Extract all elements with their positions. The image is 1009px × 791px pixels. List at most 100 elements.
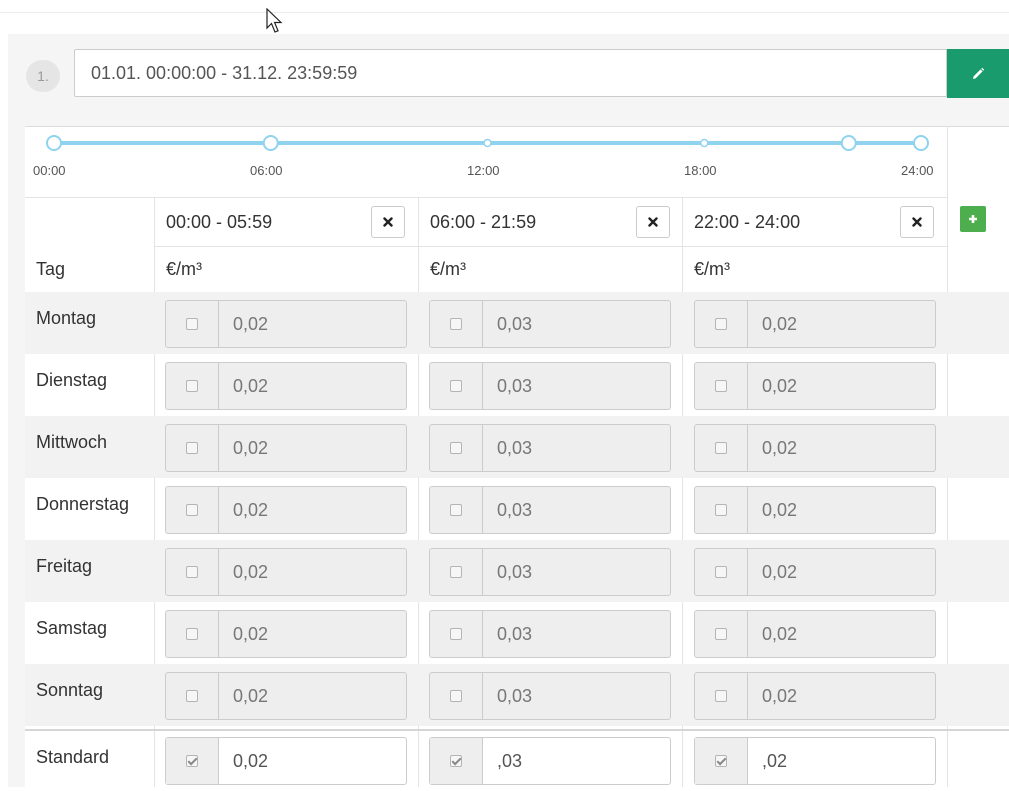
tick-label-00: 00:00 — [33, 163, 66, 178]
timeline-point — [700, 138, 709, 148]
top-divider — [0, 12, 1009, 13]
override-checkbox[interactable] — [715, 318, 727, 330]
price-input: 0,03 — [497, 624, 533, 644]
override-checkbox[interactable] — [715, 628, 727, 640]
price-field: 0,02 — [165, 300, 407, 348]
delete-column-2-button[interactable] — [636, 206, 670, 238]
price-input[interactable]: ,02 — [748, 738, 935, 784]
period-range-field[interactable]: 01.01. 00:00:00 - 31.12. 23:59:59 — [74, 49, 947, 97]
override-checkbox[interactable] — [450, 690, 462, 702]
delete-column-3-button[interactable] — [900, 206, 934, 238]
override-checkbox[interactable] — [186, 504, 198, 516]
override-checkbox[interactable] — [450, 566, 462, 578]
column-unit-2: €/m³ — [430, 259, 466, 279]
override-checkbox[interactable] — [186, 690, 198, 702]
price-field: 0,02 — [165, 610, 407, 658]
header-mid-rule — [155, 246, 947, 247]
checkbox-addon — [695, 549, 748, 595]
override-checkbox[interactable] — [715, 690, 727, 702]
override-checkbox[interactable] — [186, 755, 198, 767]
override-checkbox[interactable] — [186, 566, 198, 578]
price-input[interactable]: ,03 — [483, 738, 670, 784]
price-input: 0,02 — [233, 500, 269, 520]
checkbox-addon — [166, 611, 219, 657]
checkbox-addon — [695, 487, 748, 533]
close-icon — [383, 217, 393, 227]
override-checkbox[interactable] — [450, 504, 462, 516]
price-field: 0,03 — [429, 610, 671, 658]
close-icon — [912, 217, 922, 227]
tick-label-24: 24:00 — [901, 163, 934, 178]
price-field: 0,03 — [429, 300, 671, 348]
timeline-handle[interactable] — [840, 135, 857, 151]
price-input: 0,02 — [233, 686, 269, 706]
tick-label-18: 18:00 — [684, 163, 717, 178]
checkbox-addon — [430, 425, 483, 471]
price-input: 0,03 — [497, 376, 533, 396]
day-label: Freitag — [36, 556, 93, 576]
price-input: 0,02 — [762, 376, 798, 396]
price-input: 0,02 — [233, 438, 269, 458]
checkbox-addon — [166, 487, 219, 533]
checkbox-addon — [430, 738, 483, 784]
timeline-handle[interactable] — [46, 135, 62, 151]
timeline-handle[interactable] — [913, 135, 929, 151]
price-field: 0,03 — [429, 672, 671, 720]
price-field: 0,02 — [694, 610, 936, 658]
price-field: 0,02 — [165, 548, 407, 596]
price-field: ,02 — [694, 737, 936, 785]
day-row: Freitag 0,02 0,03 0,02 — [25, 540, 1009, 602]
price-field: 0,03 — [429, 548, 671, 596]
column-unit-1: €/m³ — [166, 259, 202, 279]
price-input: 0,02 — [233, 624, 269, 644]
price-input: 0,03 — [497, 314, 533, 334]
checkbox-addon — [430, 673, 483, 719]
override-checkbox[interactable] — [186, 442, 198, 454]
price-input: 0,02 — [762, 500, 798, 520]
day-column-header: Tag — [36, 259, 66, 279]
price-input: 0,02 — [762, 686, 798, 706]
price-field: 0,02 — [165, 424, 407, 472]
price-input[interactable]: 0,02 — [219, 738, 406, 784]
price-field: 0,03 — [429, 362, 671, 410]
override-checkbox[interactable] — [450, 628, 462, 640]
override-checkbox[interactable] — [186, 628, 198, 640]
override-checkbox[interactable] — [186, 380, 198, 392]
price-input: 0,02 — [762, 624, 798, 644]
day-label: Sonntag — [36, 680, 104, 700]
price-field: 0,02 — [165, 362, 407, 410]
price-field: 0,03 — [429, 486, 671, 534]
checkbox-addon — [166, 738, 219, 784]
day-label: Samstag — [36, 618, 108, 638]
override-checkbox[interactable] — [715, 380, 727, 392]
day-row: Mittwoch 0,02 0,03 0,02 — [25, 416, 1009, 478]
override-checkbox[interactable] — [715, 442, 727, 454]
add-column-button[interactable] — [960, 206, 986, 232]
override-checkbox[interactable] — [186, 318, 198, 330]
override-checkbox[interactable] — [450, 380, 462, 392]
day-label: Dienstag — [36, 370, 108, 390]
day-row: Montag 0,02 0,03 0,02 — [25, 292, 1009, 354]
override-checkbox[interactable] — [450, 442, 462, 454]
price-input: 0,02 — [762, 562, 798, 582]
price-input: 0,02 — [233, 376, 269, 396]
close-icon — [648, 217, 658, 227]
checkbox-addon — [695, 363, 748, 409]
day-label: Montag — [36, 308, 97, 328]
override-checkbox[interactable] — [715, 504, 727, 516]
checkbox-addon — [695, 611, 748, 657]
timeline-handle[interactable] — [262, 135, 279, 151]
header-top-rule — [25, 197, 947, 198]
override-checkbox[interactable] — [715, 755, 727, 767]
edit-period-button[interactable] — [947, 49, 1009, 98]
override-checkbox[interactable] — [450, 755, 462, 767]
time-slider[interactable] — [25, 127, 947, 167]
day-label: Standard — [36, 747, 110, 767]
override-checkbox[interactable] — [715, 566, 727, 578]
price-field: 0,02 — [694, 672, 936, 720]
price-input: 0,03 — [497, 562, 533, 582]
price-field: 0,03 — [429, 424, 671, 472]
override-checkbox[interactable] — [450, 318, 462, 330]
checkbox-addon — [695, 301, 748, 347]
delete-column-1-button[interactable] — [371, 206, 405, 238]
